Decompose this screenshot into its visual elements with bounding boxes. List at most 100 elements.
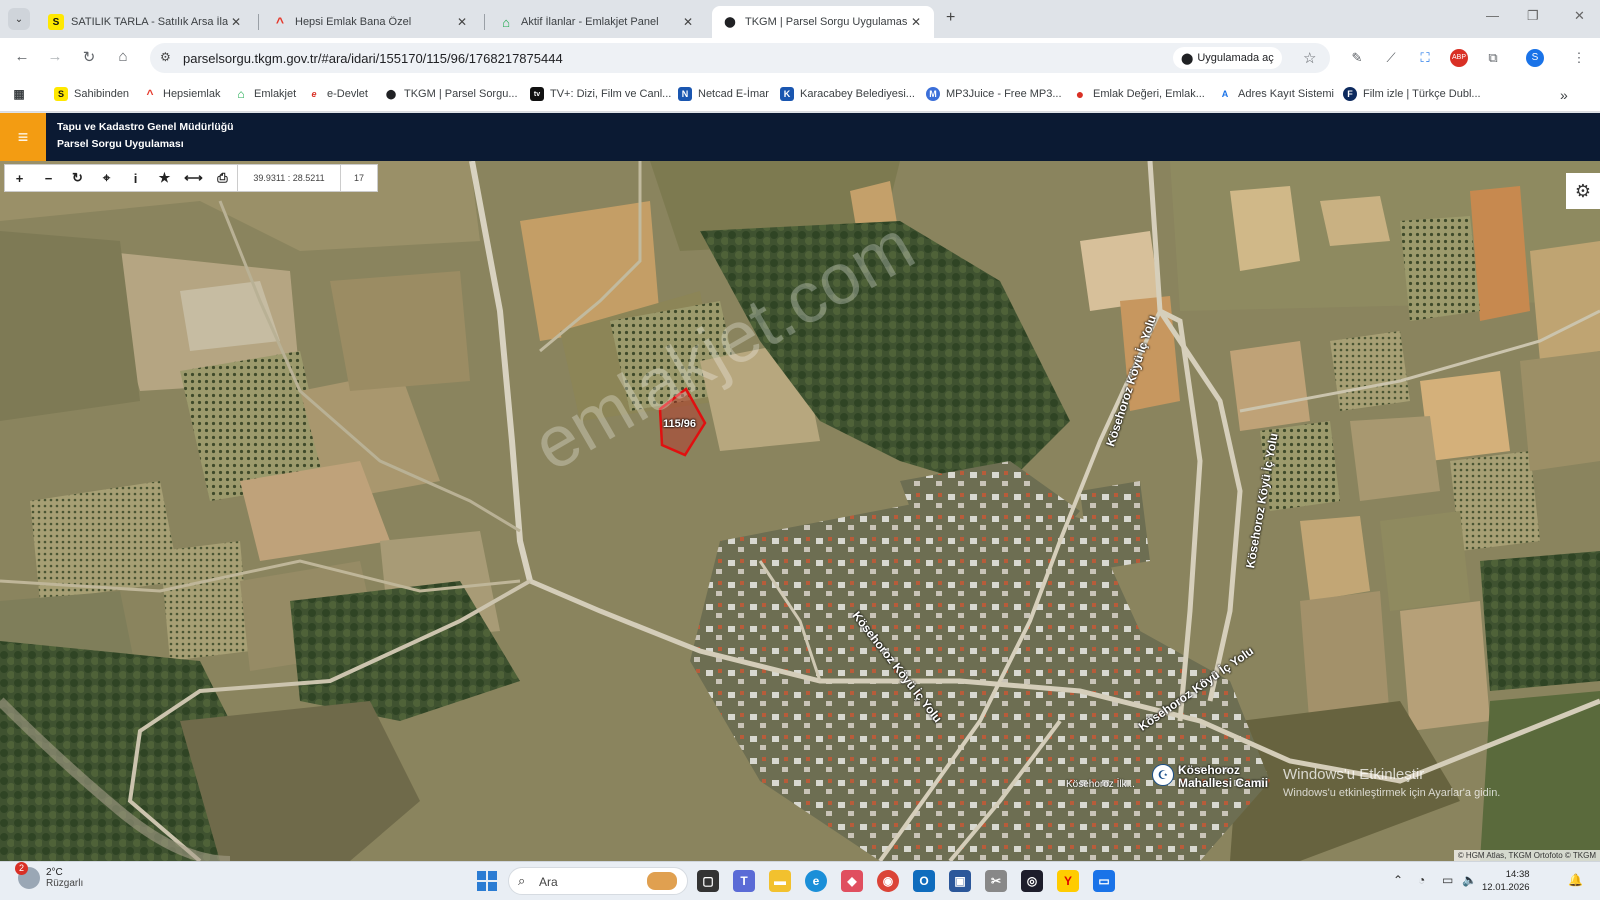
bookmark-karacabey[interactable]: K Karacabey Belediyesi... xyxy=(780,87,915,101)
display-icon[interactable]: ▭ xyxy=(1442,873,1453,887)
info-icon[interactable]: i xyxy=(121,165,150,191)
close-icon[interactable]: ✕ xyxy=(454,15,470,29)
bookmark-adres-kayit[interactable]: A Adres Kayıt Sistemi xyxy=(1218,87,1334,101)
apps-grid-icon[interactable]: ▦ xyxy=(12,87,32,101)
tvplus-icon: tv xyxy=(530,87,544,101)
tray-chevron-icon[interactable]: ⌃ xyxy=(1393,873,1403,887)
karacabey-icon: K xyxy=(780,87,794,101)
tab-separator xyxy=(484,14,485,30)
close-icon[interactable]: ✕ xyxy=(908,15,924,29)
taskbar-search[interactable]: ⌕ Ara xyxy=(508,867,688,895)
forward-icon[interactable]: → xyxy=(45,48,65,65)
extensions-icon[interactable]: ⧉ xyxy=(1484,49,1502,67)
satellite-map[interactable]: emlakjet.com 115/96 Kösehoroz Köyü İç Yo… xyxy=(0,161,1600,861)
bookmark-mp3juice[interactable]: M MP3Juice - Free MP3... xyxy=(926,87,1062,101)
yandex-icon[interactable]: Y xyxy=(1057,870,1079,892)
windows-activation-title: Windows'u Etkinleştir xyxy=(1283,766,1425,783)
edge-icon[interactable]: e xyxy=(805,870,827,892)
teams-icon[interactable]: T xyxy=(733,870,755,892)
bookmark-label: TKGM | Parsel Sorgu... xyxy=(404,88,518,100)
bookmark-emlakjet[interactable]: ⌂ Emlakjet xyxy=(234,87,296,101)
weather-widget[interactable]: 2 2°C Rüzgarlı xyxy=(15,862,83,889)
bookmark-netcad[interactable]: N Netcad E-İmar xyxy=(678,87,769,101)
bookmark-label: Adres Kayıt Sistemi xyxy=(1238,88,1334,100)
bookmark-edevlet[interactable]: e e-Devlet xyxy=(307,87,367,101)
minimize-icon[interactable]: — xyxy=(1486,8,1499,23)
hamburger-menu-icon[interactable]: ≡ xyxy=(0,113,46,161)
tab-title: TKGM | Parsel Sorgu Uygulaması xyxy=(745,16,908,28)
tab-title: Aktif İlanlar - Emlakjet Panel xyxy=(521,16,659,28)
address-bar[interactable]: ⚙ parselsorgu.tkgm.gov.tr/#ara/idari/155… xyxy=(150,43,1330,73)
tab-emlakjet[interactable]: ⌂ Aktif İlanlar - Emlakjet Panel ✕ xyxy=(488,6,706,38)
tab-strip: ⌄ S SATILIK TARLA - Satılık Arsa İlanlar… xyxy=(0,0,1600,38)
task-view-icon[interactable]: ▢ xyxy=(697,870,719,892)
adres-kayit-icon: A xyxy=(1221,89,1229,99)
tab-search-icon[interactable]: ⌄ xyxy=(8,8,30,30)
sahibinden-icon: S xyxy=(48,14,64,30)
tab-separator xyxy=(258,14,259,30)
bookmark-label: Emlakjet xyxy=(254,88,297,100)
eyedropper-icon[interactable]: ✎ xyxy=(1348,49,1366,67)
map-settings-icon[interactable]: ⚙ xyxy=(1566,173,1600,209)
bookmark-label: TV+: Dizi, Film ve Canl... xyxy=(550,88,672,100)
store-icon[interactable]: ▣ xyxy=(949,870,971,892)
measure-icon[interactable]: ⟷ xyxy=(179,165,208,191)
adblock-icon[interactable]: ABP xyxy=(1450,49,1468,67)
new-tab-button[interactable]: + xyxy=(946,9,955,27)
hepsiemlak-icon: ^ xyxy=(275,14,285,30)
school-label: Kösehoroz İlk... xyxy=(1066,779,1135,790)
profile-avatar[interactable]: S xyxy=(1526,49,1544,67)
back-icon[interactable]: ← xyxy=(12,48,32,65)
close-icon[interactable]: ✕ xyxy=(228,15,244,29)
bookmark-tvplus[interactable]: tv TV+: Dizi, Film ve Canl... xyxy=(530,87,671,101)
map-pin-icon: ⬤ xyxy=(724,16,736,28)
notification-bell-icon[interactable]: 🔔 xyxy=(1568,873,1583,887)
bookmark-sahibinden[interactable]: S Sahibinden xyxy=(54,87,129,101)
clock-time: 14:38 xyxy=(1505,869,1530,880)
menu-kebab-icon[interactable]: ⋮ xyxy=(1570,49,1588,67)
file-explorer-icon[interactable]: ▬ xyxy=(769,870,791,892)
tab-hepsiemlak[interactable]: ^ Hepsi Emlak Bana Özel ✕ xyxy=(262,6,480,38)
url-text[interactable]: parselsorgu.tkgm.gov.tr/#ara/idari/15517… xyxy=(183,51,563,66)
tab-sahibinden[interactable]: S SATILIK TARLA - Satılık Arsa İlanları … xyxy=(38,6,254,38)
mosque-icon: ☪ xyxy=(1152,764,1174,786)
close-icon[interactable]: ✕ xyxy=(680,15,696,29)
chrome-icon[interactable]: ◉ xyxy=(877,870,899,892)
notification-badge: 2 xyxy=(15,862,28,875)
close-window-icon[interactable]: ✕ xyxy=(1574,8,1585,24)
app-icon[interactable]: ◎ xyxy=(1021,870,1043,892)
snipping-tool-icon[interactable]: ✂ xyxy=(985,870,1007,892)
mosque-poi[interactable]: ☪ Kösehoroz Mahallesi Camii xyxy=(1152,764,1268,790)
remote-desktop-icon[interactable]: ▭ xyxy=(1093,870,1115,892)
start-button[interactable] xyxy=(477,871,497,891)
more-bookmarks-icon[interactable]: » xyxy=(1560,87,1568,103)
bookmark-film-izle[interactable]: F Film izle | Türkçe Dubl... xyxy=(1343,87,1481,101)
copilot-icon[interactable]: ◆ xyxy=(841,870,863,892)
translate-icon[interactable]: ⛶ xyxy=(1416,49,1434,67)
bookmark-tkgm[interactable]: ⬤ TKGM | Parsel Sorgu... xyxy=(384,87,518,101)
zoom-in-icon[interactable]: + xyxy=(5,165,34,191)
open-in-app-button[interactable]: ⬤ Uygulamada aç xyxy=(1173,47,1282,69)
bookmark-emlak-degeri[interactable]: ● Emlak Değeri, Emlak... xyxy=(1073,86,1205,102)
locate-icon[interactable]: ⌖ xyxy=(92,165,121,191)
refresh-icon[interactable]: ↻ xyxy=(63,165,92,191)
sahibinden-icon: S xyxy=(54,87,68,101)
site-info-icon[interactable]: ⚙ xyxy=(160,50,171,64)
bookmark-label: MP3Juice - Free MP3... xyxy=(946,88,1062,100)
restore-icon[interactable]: ❐ xyxy=(1527,8,1539,24)
home-icon[interactable]: ⌂ xyxy=(113,48,133,65)
parcel-label: 115/96 xyxy=(663,418,697,430)
bookmark-star-icon[interactable]: ☆ xyxy=(1303,49,1316,67)
favorite-star-icon[interactable]: ★ xyxy=(150,165,179,191)
zoom-out-icon[interactable]: − xyxy=(34,165,63,191)
mosque-name-line2: Mahallesi Camii xyxy=(1178,776,1269,790)
print-icon[interactable]: ⎙ xyxy=(208,165,237,191)
pen-icon[interactable]: ⟋ xyxy=(1382,49,1400,67)
network-status-icon[interactable]: ◔ xyxy=(1418,873,1425,887)
bookmark-hepsiemlak[interactable]: ^ Hepsiemlak xyxy=(143,87,220,101)
reload-icon[interactable]: ↻ xyxy=(79,48,99,66)
system-clock[interactable]: 14:38 12.01.2026 xyxy=(1482,868,1530,894)
tab-tkgm[interactable]: ⬤ TKGM | Parsel Sorgu Uygulaması ✕ xyxy=(712,6,934,38)
outlook-icon[interactable]: O xyxy=(913,870,935,892)
volume-icon[interactable]: 🔈 xyxy=(1462,873,1477,887)
